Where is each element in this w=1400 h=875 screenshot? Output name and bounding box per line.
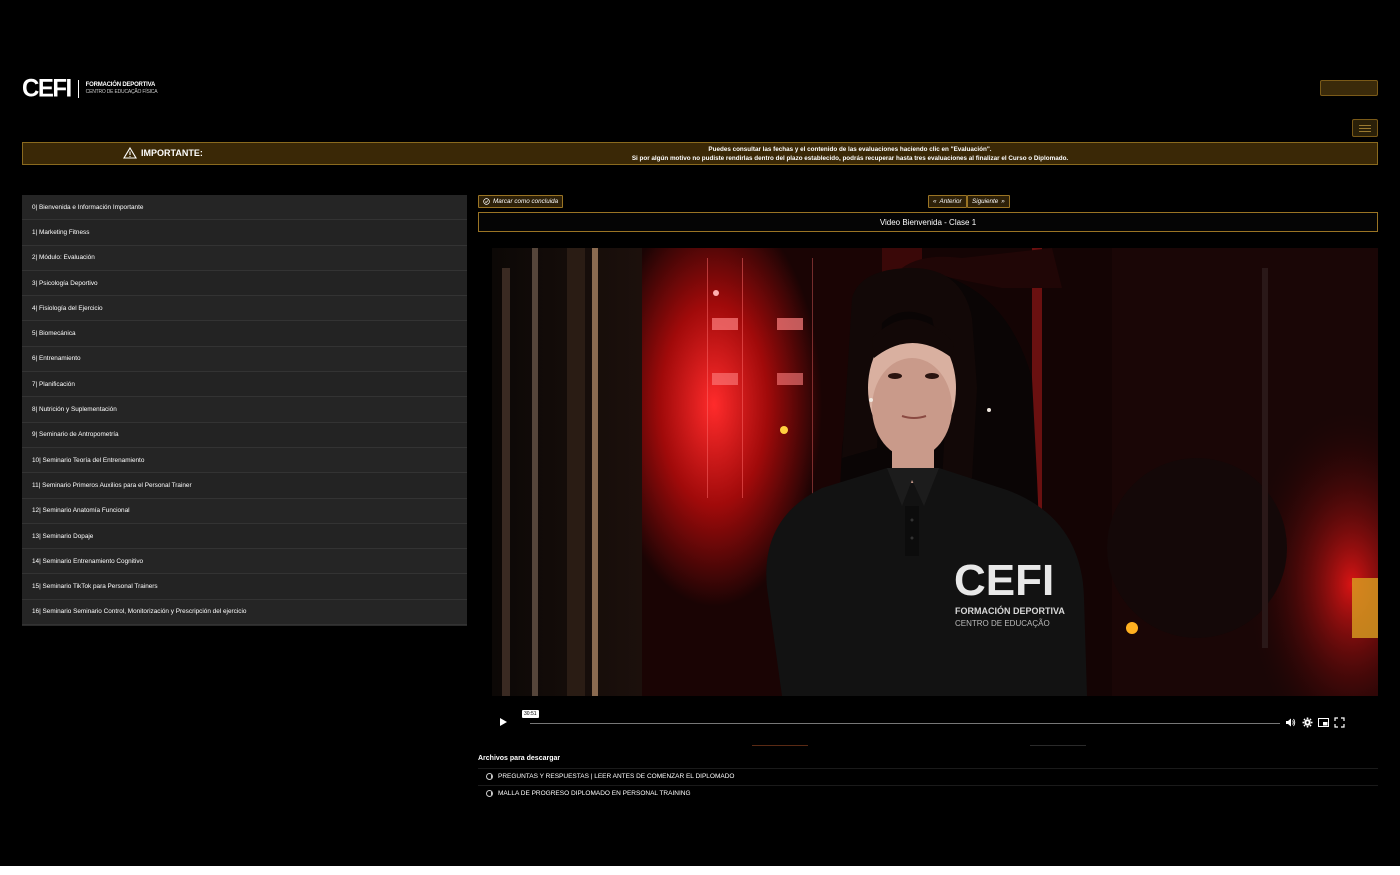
sidebar-module-item[interactable]: 10| Seminario Teoría del Entrenamiento — [22, 447, 467, 474]
notice-line2: Si por algún motivo no pudiste rendirlas… — [631, 155, 1069, 162]
download-file-name: MALLA DE PROGRESO DIPLOMADO EN PERSONAL … — [498, 790, 691, 797]
sidebar-module-item[interactable]: 6| Entrenamiento — [22, 346, 467, 373]
downloads-title: Archivos para descargar — [478, 755, 561, 762]
sidebar-module-item[interactable]: 5| Biomecánica — [22, 321, 467, 347]
logo-line2: CENTRO DE EDUCAÇÃO FÍSICA — [85, 89, 158, 95]
download-file-row[interactable]: MALLA DE PROGRESO DIPLOMADO EN PERSONAL … — [478, 785, 1378, 801]
logo-text: FORMACIÓN DEPORTIVA CENTRO DE EDUCAÇÃO F… — [86, 82, 158, 96]
menu-icon-bar — [1359, 127, 1371, 129]
sidebar-module-item[interactable]: 9| Seminario de Antropometría — [22, 422, 467, 448]
sidebar-module-item[interactable]: 4| Fisiología del Ejercicio — [22, 296, 467, 322]
sidebar-module-item[interactable]: 11| Seminario Primeros Auxilios para el … — [22, 473, 467, 499]
important-notice: IMPORTANTE: Puedes consultar las fechas … — [22, 142, 1378, 165]
bottom-strip — [0, 866, 1400, 875]
pip-svg — [1318, 718, 1329, 727]
sidebar-module-item[interactable]: 1| Marketing Fitness — [22, 220, 467, 246]
video-controls: 30:51 — [492, 710, 1378, 736]
video-title-bar: Video Bienvenida - Clase 1 — [478, 212, 1378, 232]
next-label: Siguiente — [972, 198, 999, 205]
previous-label: Anterior — [939, 198, 962, 205]
previous-button[interactable]: « Anterior — [928, 195, 967, 208]
sidebar-module-item[interactable]: 13| Seminario Dopaje — [22, 523, 467, 550]
shirt-line1: FORMACIÓN DEPORTIVA — [955, 605, 1065, 616]
picture-in-picture-icon[interactable] — [1318, 717, 1329, 728]
sidebar-module-item[interactable]: 3| Psicología Deportivo — [22, 270, 467, 297]
seek-bar[interactable] — [530, 723, 1280, 724]
settings-gear-icon[interactable] — [1302, 717, 1313, 728]
check-circle-icon — [483, 198, 490, 205]
menu-icon-bar — [1359, 130, 1371, 132]
volume-icon[interactable] — [1285, 717, 1296, 728]
video-player[interactable]: CEFI FORMACIÓN DEPORTIVA CENTRO DE EDUCA… — [492, 248, 1378, 696]
progress-secondary-line — [1030, 745, 1086, 746]
sidebar-module-item[interactable]: 12| Seminario Anatomía Funcional — [22, 498, 467, 524]
sidebar-module-item[interactable]: 8| Nutrición y Suplementación — [22, 397, 467, 423]
sidebar-module-item[interactable]: 15| Seminario TikTok para Personal Train… — [22, 574, 467, 600]
time-tooltip: 30:51 — [522, 710, 539, 718]
shirt-line2: CENTRO DE EDUCAÇÃO — [955, 619, 1050, 628]
hamburger-menu-button[interactable] — [1352, 119, 1378, 137]
progress-accent-line — [752, 745, 808, 746]
fullscreen-icon[interactable] — [1334, 717, 1345, 728]
notice-line1: Puedes consultar las fechas y el conteni… — [708, 146, 992, 153]
course-module-list: 0| Bienvenida e Información Importante 1|… — [22, 195, 467, 626]
download-icon — [486, 790, 493, 797]
cefi-logo[interactable]: CEFI FORMACIÓN DEPORTIVA CENTRO DE EDUCA… — [22, 74, 158, 103]
video-title: Video Bienvenida - Clase 1 — [879, 217, 977, 227]
sidebar-module-item[interactable]: 14| Seminario Entrenamiento Cognitivo — [22, 549, 467, 575]
download-file-row[interactable]: PREGUNTAS Y RESPUESTAS | LEER ANTES DE C… — [478, 768, 1378, 784]
mark-complete-button[interactable]: Marcar como concluida — [478, 195, 564, 208]
download-icon — [486, 773, 493, 780]
shirt-brand: CEFI — [954, 556, 1054, 605]
menu-icon-bar — [1359, 124, 1371, 126]
notice-label-text: IMPORTANTE: — [141, 148, 203, 158]
video-frame: CEFI FORMACIÓN DEPORTIVA CENTRO DE EDUCA… — [492, 248, 1378, 696]
sidebar-module-item[interactable]: 7| Planificación — [22, 372, 467, 398]
gear-svg — [1302, 717, 1313, 728]
logo-mark: CEFI — [22, 74, 72, 103]
double-chevron-left-icon: « — [933, 198, 937, 205]
header-account-button[interactable] — [1320, 80, 1378, 96]
notice-text: Puedes consultar las fechas y el conteni… — [323, 145, 1377, 163]
play-icon[interactable] — [500, 718, 507, 726]
next-button[interactable]: Siguiente » — [967, 195, 1010, 208]
sidebar-module-item[interactable]: 0| Bienvenida e Información Importante — [22, 195, 467, 221]
double-chevron-right-icon: » — [1001, 198, 1005, 205]
logo-line1: FORMACIÓN DEPORTIVA — [85, 82, 156, 88]
notice-label: IMPORTANTE: — [123, 147, 203, 159]
fullscreen-svg — [1334, 717, 1345, 728]
logo-divider — [77, 80, 79, 98]
download-file-name: PREGUNTAS Y RESPUESTAS | LEER ANTES DE C… — [498, 773, 735, 780]
sidebar-module-item[interactable]: 2| Módulo: Evaluación — [22, 245, 467, 271]
volume-svg — [1286, 718, 1296, 727]
sidebar-module-item[interactable]: 16| Seminario Seminario Control, Monitor… — [22, 599, 467, 626]
mark-complete-label: Marcar como concluida — [493, 198, 559, 205]
warning-icon — [123, 147, 137, 159]
